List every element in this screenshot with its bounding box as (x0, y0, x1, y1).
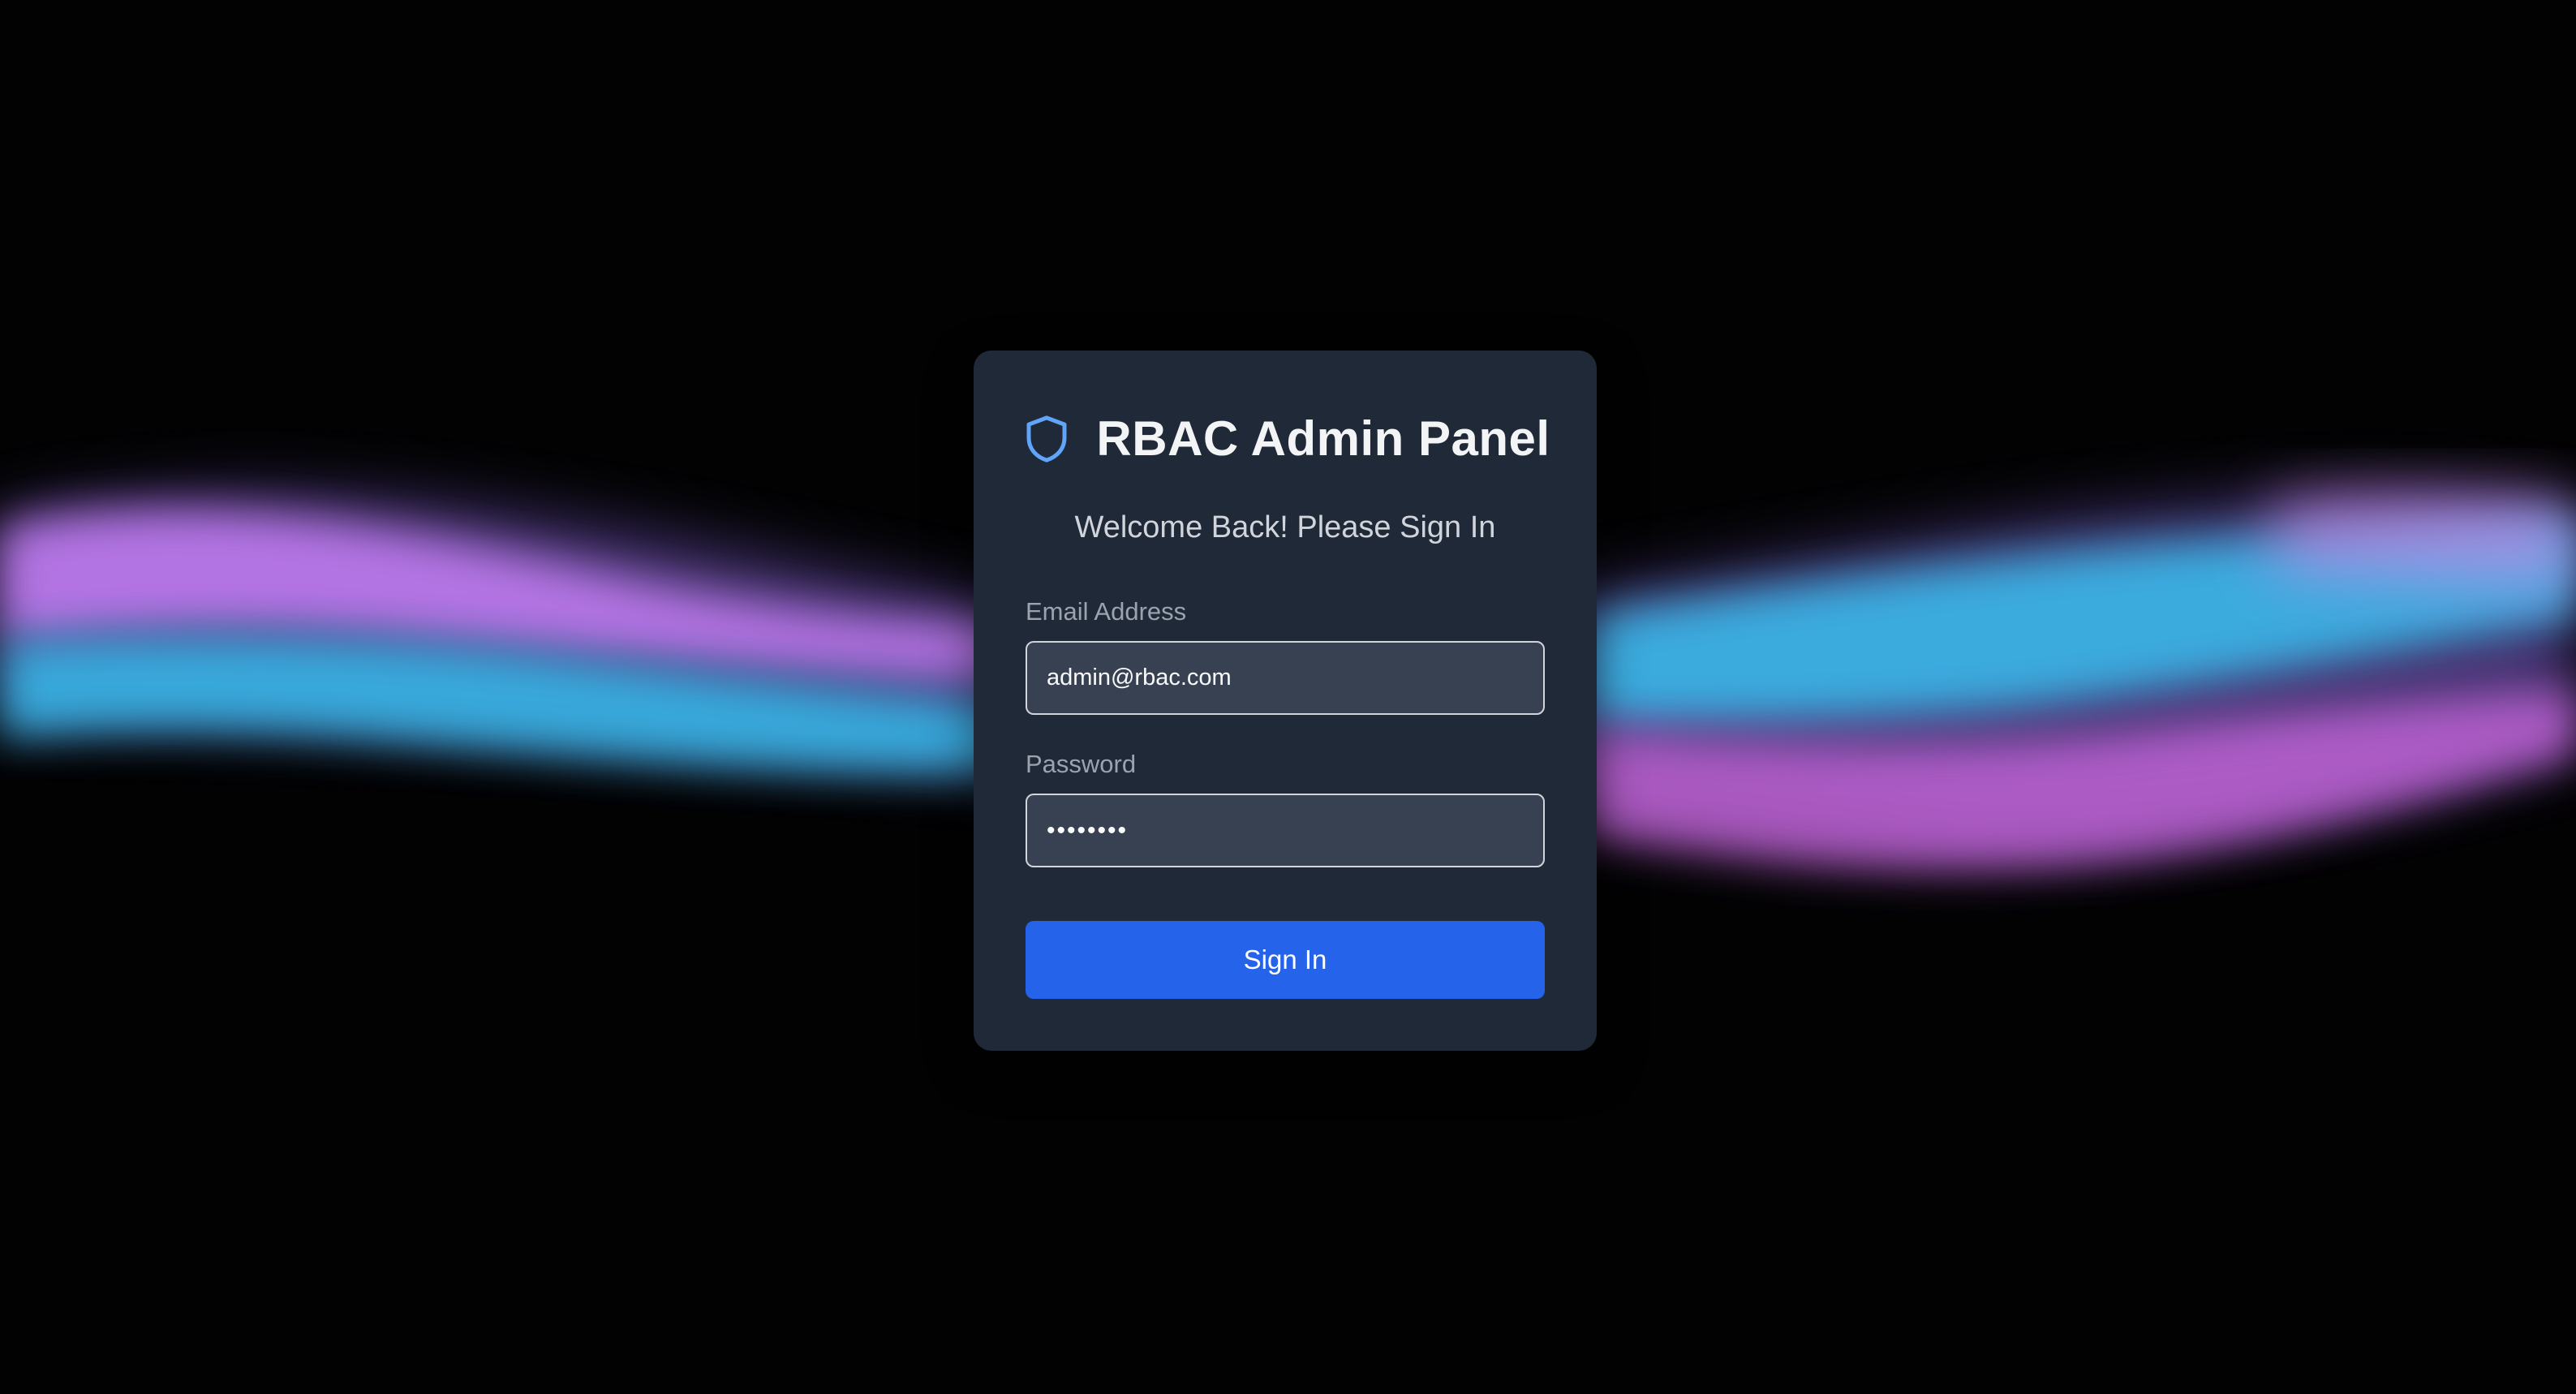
email-label: Email Address (1026, 597, 1187, 626)
app-title: RBAC Admin Panel (1096, 411, 1550, 466)
password-label: Password (1026, 750, 1137, 778)
password-field[interactable] (1026, 794, 1545, 867)
shield-icon (1026, 415, 1067, 463)
login-card: RBAC Admin Panel Welcome Back! Please Si… (974, 351, 1597, 1051)
email-field[interactable] (1026, 641, 1545, 715)
welcome-subtitle: Welcome Back! Please Sign In (1074, 510, 1496, 544)
sign-in-button[interactable]: Sign In (1026, 921, 1545, 999)
login-screen: RBAC Admin Panel Welcome Back! Please Si… (0, 0, 2576, 1394)
brand-header: RBAC Admin Panel (974, 402, 1597, 475)
